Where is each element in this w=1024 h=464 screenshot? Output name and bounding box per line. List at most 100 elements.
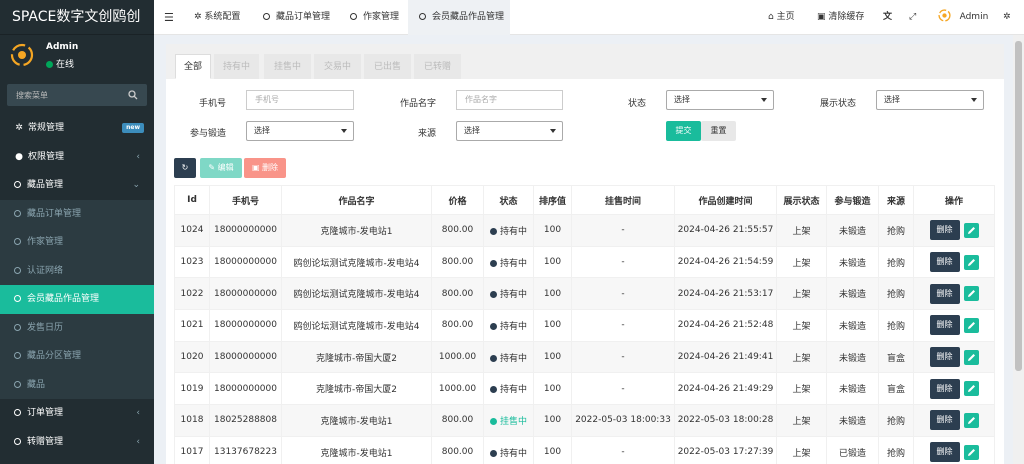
sidebar-subitem-orders[interactable]: 藏品订单管理 — [0, 200, 154, 229]
translate-icon[interactable]: 文 — [883, 0, 892, 35]
row-edit-pencil-icon[interactable] — [963, 349, 979, 365]
row-delete-button[interactable]: 删除 — [929, 220, 960, 241]
table-row[interactable]: 1024 18000000000 克隆城市-发电站1 800.00 持有中 100-202… — [174, 214, 995, 247]
row-edit-pencil-icon[interactable] — [963, 286, 979, 302]
user-panel: Admin 在线 — [0, 35, 154, 77]
fullscreen-icon[interactable]: ⤢ — [909, 0, 916, 35]
tab-collection-orders[interactable]: 藏品订单管理 — [263, 0, 330, 35]
forge-select[interactable]: 选择 — [246, 121, 354, 141]
header-sale-time[interactable]: 挂售时间 — [571, 185, 675, 215]
source-select[interactable]: 选择 — [456, 121, 563, 141]
chevron-down-icon: ⌄ — [132, 180, 140, 190]
row-delete-button[interactable]: 删除 — [929, 315, 960, 336]
cell-created: 2024-04-26 21:52:48 — [674, 309, 777, 342]
menu-toggle-icon[interactable]: ☰ — [164, 0, 174, 35]
row-edit-pencil-icon[interactable] — [963, 412, 979, 428]
header-display[interactable]: 展示状态 — [776, 185, 827, 215]
home-link[interactable]: ⌂ 主页 — [768, 0, 795, 35]
edit-button[interactable]: ✎ 编辑 — [200, 158, 242, 178]
sidebar-subitem-zones[interactable]: 藏品分区管理 — [0, 342, 154, 371]
cell-status: 持有中 — [483, 214, 534, 247]
brand-title[interactable]: SPACE数字文创鸥创 — [0, 0, 154, 35]
reset-button[interactable]: 重置 — [701, 121, 736, 141]
settings-gear-icon[interactable]: ✲ — [1003, 0, 1011, 35]
status-text: 持有中 — [499, 290, 527, 301]
tab-holding[interactable]: 持有中 — [214, 54, 259, 79]
clear-cache-button[interactable]: ▣ 清除缓存 — [817, 0, 864, 35]
sidebar-item-general[interactable]: ✲ 常规管理 new — [0, 114, 154, 143]
delete-button[interactable]: ▣ 删除 — [244, 158, 286, 178]
cell-actions: 删除 — [913, 404, 995, 437]
page-scrollbar[interactable] — [1013, 35, 1024, 464]
sidebar-item-collections[interactable]: 藏品管理 ⌄ — [0, 171, 154, 200]
sidebar-subitem-items[interactable]: 藏品 — [0, 371, 154, 400]
sidebar-subitem-auth-network[interactable]: 认证网络 — [0, 257, 154, 286]
sidebar-subitem-calendar[interactable]: 发售日历 — [0, 314, 154, 343]
sidebar-subitem-label: 藏品 — [27, 379, 46, 390]
table-row[interactable]: 1021 18000000000 鸥创论坛测试克隆城市-发电站4 800.00 持有中 1… — [174, 309, 995, 342]
tab-on-sale[interactable]: 挂售中 — [264, 54, 311, 79]
row-edit-pencil-icon[interactable] — [963, 381, 979, 397]
header-name[interactable]: 作品名字 — [281, 185, 432, 215]
cell-id: 1020 — [174, 340, 210, 374]
sidebar-item-transfer-mgmt[interactable]: 转赠管理 ‹ — [0, 428, 154, 457]
admin-name: Admin — [959, 12, 989, 22]
table-row[interactable]: 1019 18000000000 克隆城市-帝国大厦2 1000.00 持有中 100-2… — [174, 372, 995, 406]
row-edit-pencil-icon[interactable] — [963, 317, 979, 333]
header-source[interactable]: 来源 — [878, 185, 914, 215]
row-delete-button[interactable]: 删除 — [929, 347, 960, 368]
admin-menu[interactable]: Admin — [938, 0, 988, 35]
forge-select-value: 选择 — [254, 126, 270, 135]
status-label: 状态 — [627, 99, 646, 109]
tab-transferred[interactable]: 已转赠 — [414, 54, 461, 79]
cell-status: 持有中 — [483, 340, 534, 374]
tab-authors[interactable]: 作家管理 — [350, 0, 399, 35]
sidebar-subitem-member-works[interactable]: 会员藏品作品管理 — [0, 285, 154, 314]
display-select[interactable]: 选择 — [876, 90, 984, 110]
cell-price: 800.00 — [431, 277, 484, 311]
scrollbar-thumb[interactable] — [1015, 41, 1022, 371]
sidebar-item-permissions[interactable]: ● 权限管理 ‹ — [0, 143, 154, 172]
tab-sold[interactable]: 已出售 — [364, 54, 411, 79]
header-phone[interactable]: 手机号 — [209, 185, 282, 215]
phone-input[interactable]: 手机号 — [246, 90, 354, 110]
table-row[interactable]: 1017 13137678223 克隆城市-发电站1 800.00 持有中 100-202… — [174, 435, 995, 464]
tab-trading[interactable]: 交易中 — [314, 54, 361, 79]
header-id[interactable]: Id — [174, 185, 210, 215]
table-row[interactable]: 1023 18000000000 鸥创论坛测试克隆城市-发电站4 800.00 持有中 1… — [174, 245, 995, 279]
cell-phone: 18025288808 — [209, 404, 282, 437]
home-label: 主页 — [776, 12, 795, 22]
name-input[interactable]: 作品名字 — [456, 90, 563, 110]
menu-search[interactable]: 搜索菜单 — [7, 84, 147, 106]
header-price[interactable]: 价格 — [431, 185, 484, 215]
header-sort[interactable]: 排序值 — [533, 185, 572, 215]
tab-all[interactable]: 全部 — [175, 54, 211, 79]
status-select[interactable]: 选择 — [666, 90, 774, 110]
sidebar-item-order-mgmt[interactable]: 订单管理 ‹ — [0, 399, 154, 428]
row-edit-pencil-icon[interactable] — [963, 222, 979, 238]
tab-member-works[interactable]: 会员藏品作品管理 — [408, 0, 510, 35]
tab-system-config[interactable]: ✲ 系统配置 — [194, 0, 240, 35]
table-row[interactable]: 1020 18000000000 克隆城市-帝国大厦2 1000.00 持有中 100-2… — [174, 340, 995, 374]
table-row[interactable]: 1022 18000000000 鸥创论坛测试克隆城市-发电站4 800.00 持有中 1… — [174, 277, 995, 311]
header-status[interactable]: 状态 — [483, 185, 534, 215]
row-edit-pencil-icon[interactable] — [963, 444, 979, 460]
cell-sort: 100 — [533, 404, 572, 437]
row-delete-button[interactable]: 删除 — [929, 252, 960, 273]
cell-price: 1000.00 — [431, 340, 484, 374]
table-row[interactable]: 1018 18025288808 克隆城市-发电站1 800.00 挂售中 100 2022… — [174, 404, 995, 437]
status-text: 持有中 — [499, 258, 527, 269]
row-delete-button[interactable]: 删除 — [929, 378, 960, 399]
circle-icon — [14, 437, 21, 445]
user-name: Admin — [46, 42, 79, 52]
row-edit-pencil-icon[interactable] — [963, 254, 979, 270]
header-created[interactable]: 作品创建时间 — [674, 185, 777, 215]
row-delete-button[interactable]: 删除 — [929, 442, 960, 463]
refresh-button[interactable]: ↻ — [174, 158, 196, 178]
submit-button[interactable]: 提交 — [666, 121, 701, 141]
row-delete-button[interactable]: 删除 — [929, 283, 960, 304]
row-delete-button[interactable]: 删除 — [929, 410, 960, 431]
search-icon[interactable] — [128, 90, 138, 100]
sidebar-subitem-authors[interactable]: 作家管理 — [0, 228, 154, 257]
header-forge[interactable]: 参与锻造 — [826, 185, 879, 215]
